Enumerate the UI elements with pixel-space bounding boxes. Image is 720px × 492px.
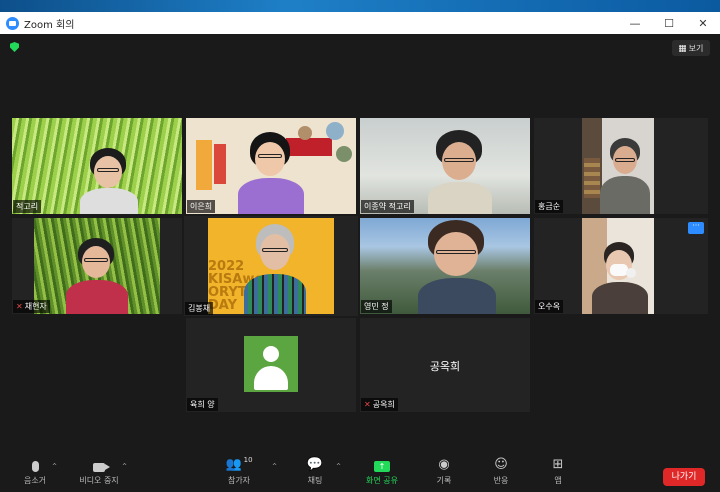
apps-button[interactable]: ⊞ 앱 bbox=[548, 452, 568, 492]
view-button-label: 보기 bbox=[688, 43, 704, 53]
zoom-logo-icon bbox=[6, 16, 19, 30]
mute-button[interactable]: 음소거 bbox=[20, 452, 50, 492]
participant-name-tag: 이은희 bbox=[187, 200, 216, 213]
grid-view-icon bbox=[678, 44, 686, 52]
video-tile[interactable]: 이종약 적고리 bbox=[360, 118, 530, 214]
participant-name-tag: 적고리 bbox=[13, 200, 42, 213]
default-avatar-icon bbox=[244, 336, 298, 392]
meeting-toolbar: 음소거 ^ 비디오 중지 ^ 👥 10 참가자 ^ 💬 채팅 ^ ↑ 화면 공유 … bbox=[0, 452, 720, 492]
minimize-button[interactable]: — bbox=[618, 12, 652, 34]
muted-mic-icon: ✕ bbox=[16, 302, 23, 311]
close-button[interactable]: ✕ bbox=[686, 12, 720, 34]
participant-video-frame: 2022 KISAwo ORYTELL DAY bbox=[208, 218, 334, 314]
participant-name-tag: 홍금순 bbox=[535, 200, 564, 213]
video-tile[interactable]: 이은희 bbox=[186, 118, 356, 214]
participant-video-frame bbox=[582, 218, 654, 314]
chat-button[interactable]: 💬 채팅 bbox=[302, 452, 328, 492]
title-bar: Zoom 회의 — ☐ ✕ bbox=[0, 12, 720, 34]
desktop-background bbox=[0, 0, 720, 12]
share-screen-icon: ↑ bbox=[374, 461, 390, 472]
participant-name-tag: 김봉채 bbox=[185, 302, 214, 315]
leave-meeting-button[interactable]: 나가기 bbox=[663, 468, 705, 486]
video-tile-no-camera[interactable]: 육희 양 bbox=[186, 318, 356, 412]
video-options-chevron-icon[interactable]: ^ bbox=[122, 463, 127, 470]
participant-video bbox=[80, 148, 140, 214]
participant-video-frame bbox=[582, 118, 654, 214]
video-tile[interactable]: 홍금순 bbox=[534, 118, 708, 214]
participant-name-tag: 이종약 적고리 bbox=[361, 200, 414, 213]
participant-video bbox=[426, 130, 496, 214]
chat-bubble-icon: 💬 bbox=[306, 457, 324, 472]
participants-icon: 👥 bbox=[225, 457, 242, 472]
stop-video-button[interactable]: 비디오 중지 bbox=[76, 452, 122, 492]
muted-mic-icon: ✕ bbox=[364, 400, 371, 409]
window-controls: — ☐ ✕ bbox=[618, 12, 720, 34]
participant-video bbox=[416, 220, 498, 314]
zoom-window: Zoom 회의 — ☐ ✕ 보기 적고리 이은희 이종약 적고리 홍금순 ✕ 채… bbox=[0, 12, 720, 492]
participant-name-tag: ✕ 공옥희 bbox=[361, 398, 398, 411]
window-title: Zoom 회의 bbox=[24, 19, 75, 31]
view-button[interactable]: 보기 bbox=[672, 40, 710, 56]
security-shield-icon[interactable] bbox=[10, 42, 19, 52]
reactions-button[interactable]: ☺ 반응 bbox=[488, 452, 514, 492]
participant-name-tag: 육희 양 bbox=[187, 398, 218, 411]
record-icon: ◉ bbox=[438, 457, 450, 472]
participant-name-tag: ✕ 채현자 bbox=[13, 300, 50, 313]
apps-grid-icon: ⊞ bbox=[552, 457, 564, 472]
microphone-icon bbox=[31, 461, 39, 472]
record-button[interactable]: ◉ 기록 bbox=[432, 452, 456, 492]
participants-options-chevron-icon[interactable]: ^ bbox=[272, 463, 277, 470]
video-tile[interactable]: 영민 정 bbox=[360, 218, 530, 314]
participants-button[interactable]: 👥 10 참가자 bbox=[222, 452, 256, 492]
participant-video-frame bbox=[34, 218, 160, 314]
more-options-button[interactable]: ··· bbox=[688, 222, 704, 234]
participant-video bbox=[238, 132, 304, 214]
participant-name-tag: 오수옥 bbox=[535, 300, 564, 313]
maximize-button[interactable]: ☐ bbox=[652, 12, 686, 34]
share-screen-button[interactable]: ↑ 화면 공유 bbox=[362, 452, 402, 492]
video-tile[interactable]: ✕ 채현자 bbox=[12, 218, 182, 314]
participant-display-name: 공옥희 bbox=[429, 360, 461, 373]
audio-options-chevron-icon[interactable]: ^ bbox=[52, 463, 57, 470]
video-tile[interactable]: ··· 오수옥 bbox=[534, 218, 708, 314]
participant-name-tag: 영민 정 bbox=[361, 300, 392, 313]
chat-options-chevron-icon[interactable]: ^ bbox=[336, 463, 341, 470]
video-tile[interactable]: 적고리 bbox=[12, 118, 182, 214]
emoji-smile-icon: ☺ bbox=[494, 457, 508, 472]
video-tile-no-camera[interactable]: 공옥희 ✕ 공옥희 bbox=[360, 318, 530, 412]
video-camera-icon bbox=[93, 463, 110, 472]
video-tile-active-speaker[interactable]: 2022 KISAwo ORYTELL DAY 김봉채 bbox=[184, 216, 358, 316]
